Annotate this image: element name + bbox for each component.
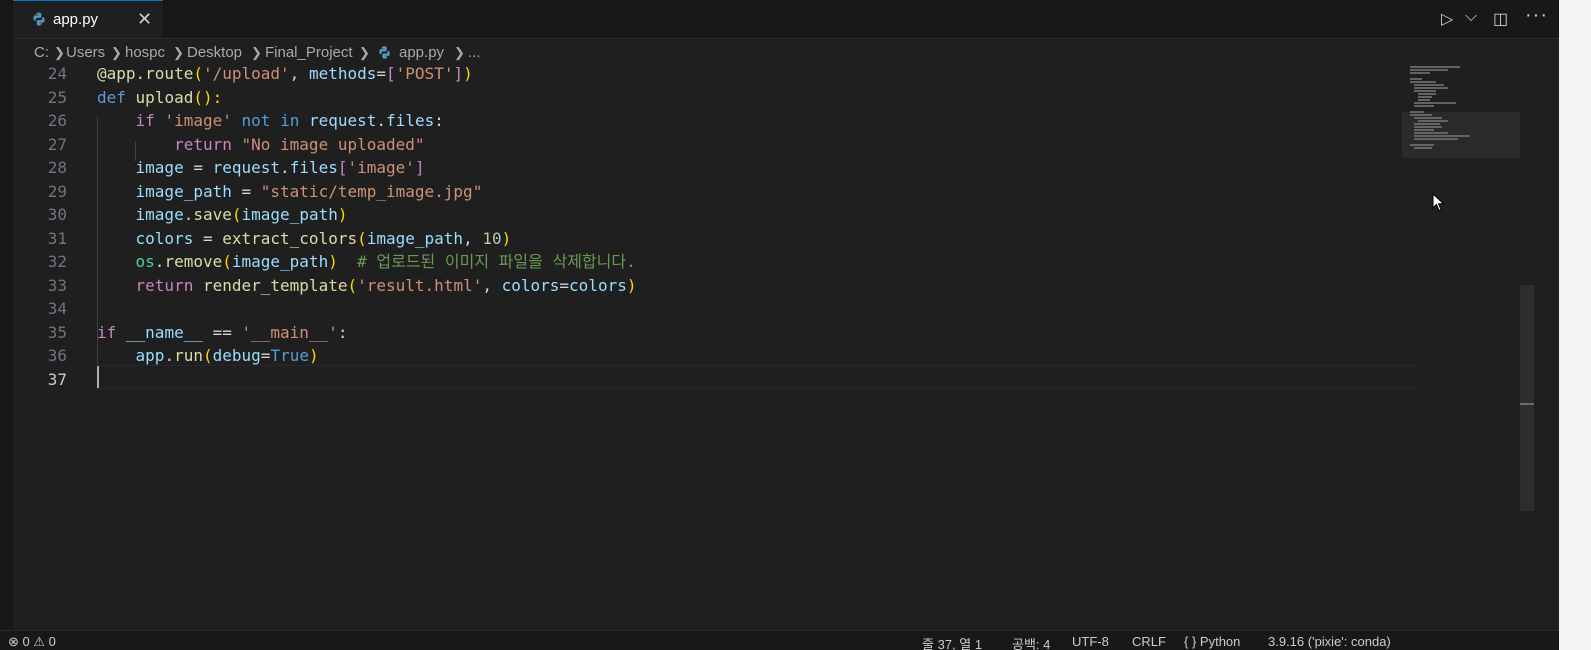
line-number: 26: [47, 111, 67, 130]
line-text: image.save(image_path): [135, 205, 348, 224]
run-icon[interactable]: ▷: [1441, 9, 1453, 29]
code-line: 25 def upload():: [13, 86, 1423, 110]
split-editor-icon[interactable]: ◫: [1493, 9, 1508, 29]
status-bar: ⊗ 0 ⚠ 0 줄 37, 열 1 공백: 4 UTF-8 CRLF { } P…: [0, 630, 1559, 650]
tab-app-py[interactable]: app.py ✕: [13, 0, 163, 38]
breadcrumb-file[interactable]: app.py: [399, 44, 444, 61]
code-editor[interactable]: 24 @app.route('/upload', methods=['POST'…: [13, 62, 1423, 622]
mouse-pointer-icon: [1432, 193, 1445, 212]
tab-label: app.py: [53, 11, 99, 28]
text-cursor: [97, 366, 99, 388]
minimap[interactable]: [1402, 62, 1520, 162]
code-line: 24 @app.route('/upload', methods=['POST'…: [13, 62, 1423, 86]
line-number: 27: [47, 134, 67, 154]
breadcrumb-drive[interactable]: C:: [34, 44, 49, 61]
code-line: 30 image.save(image_path): [13, 203, 1423, 227]
code-line: 35 if __name__ == '__main__':: [13, 321, 1423, 345]
line-number: 32: [47, 252, 67, 271]
scrollbar-cursor-marker: [1520, 403, 1534, 405]
encoding[interactable]: UTF-8: [1072, 634, 1109, 649]
code-line: 37: [13, 368, 1423, 392]
line-text: colors = extract_colors(image_path, 10): [135, 228, 512, 248]
chevron-right-icon: ❯: [111, 45, 122, 60]
line-text: image = request.files['image']: [135, 158, 425, 177]
scrollbar-thumb[interactable]: [1520, 285, 1534, 511]
line-number: 24: [47, 64, 67, 83]
chevron-right-icon: ❯: [359, 45, 370, 60]
line-text: def upload():: [97, 87, 223, 107]
chevron-right-icon: ❯: [54, 45, 65, 60]
line-number: 30: [47, 205, 67, 224]
chevron-right-icon: ❯: [454, 45, 465, 60]
python-interpreter[interactable]: 3.9.16 ('pixie': conda): [1268, 634, 1391, 649]
breadcrumb-hospc[interactable]: hospc: [125, 44, 165, 61]
line-number: 36: [47, 346, 67, 365]
line-number: 35: [47, 322, 67, 342]
breadcrumb-users[interactable]: Users: [66, 44, 105, 61]
line-number: 31: [47, 228, 67, 248]
indentation[interactable]: 공백: 4: [1012, 634, 1050, 650]
line-number: 29: [47, 181, 67, 201]
line-text: @app.route('/upload', methods=['POST']): [97, 64, 473, 83]
python-file-icon: [33, 12, 45, 26]
chevron-down-icon[interactable]: ⌵: [1465, 8, 1477, 26]
breadcrumb-desktop[interactable]: Desktop: [187, 44, 242, 61]
line-ending[interactable]: CRLF: [1132, 634, 1166, 649]
code-line: 26 if 'image' not in request.files:: [13, 109, 1423, 133]
editor-window: app.py ✕ ▷ ⌵ ◫ ··· C: ❯ Users ❯ hospc ❯ …: [0, 0, 1559, 650]
code-line: 33 return render_template('result.html',…: [13, 274, 1423, 298]
line-text: return "No image uploaded": [174, 134, 425, 154]
code-line: 32 os.remove(image_path) # 업로드된 이미지 파일을 …: [13, 250, 1423, 274]
line-text: app.run(debug=True): [135, 346, 319, 365]
code-line: 29 image_path = "static/temp_image.jpg": [13, 180, 1423, 204]
code-line: 36 app.run(debug=True): [13, 344, 1423, 368]
problems-indicator[interactable]: ⊗ 0 ⚠ 0: [8, 634, 56, 650]
code-line: 28 image = request.files['image']: [13, 156, 1423, 180]
language-mode[interactable]: { } Python: [1184, 634, 1240, 649]
cursor-position[interactable]: 줄 37, 열 1: [922, 634, 982, 650]
python-file-icon: [379, 46, 390, 59]
line-text: if 'image' not in request.files:: [135, 111, 444, 130]
line-number: 25: [47, 87, 67, 107]
line-text: image_path = "static/temp_image.jpg": [135, 181, 483, 201]
chevron-right-icon: ❯: [173, 45, 184, 60]
code-line: 27 return "No image uploaded": [13, 133, 1423, 157]
chevron-right-icon: ❯: [251, 45, 262, 60]
activity-strip: [0, 0, 13, 650]
code-line: 34: [13, 297, 1423, 321]
breadcrumb-symbol[interactable]: ...: [468, 44, 481, 61]
more-actions-icon[interactable]: ···: [1525, 4, 1548, 27]
line-text: if __name__ == '__main__':: [97, 322, 348, 342]
line-text: os.remove(image_path) # 업로드된 이미지 파일을 삭제합…: [135, 252, 636, 271]
line-number: 28: [47, 158, 67, 177]
line-number: 37: [47, 369, 67, 389]
line-number: 33: [47, 275, 67, 295]
tab-bar: app.py ✕ ▷ ⌵ ◫ ···: [13, 0, 1559, 39]
breadcrumb-final-project[interactable]: Final_Project: [265, 44, 353, 61]
line-number: 34: [47, 299, 67, 318]
background-gap: [1559, 0, 1591, 650]
line-text: return render_template('result.html', co…: [135, 275, 637, 295]
code-line: 31 colors = extract_colors(image_path, 1…: [13, 227, 1423, 251]
close-icon[interactable]: ✕: [137, 10, 152, 28]
